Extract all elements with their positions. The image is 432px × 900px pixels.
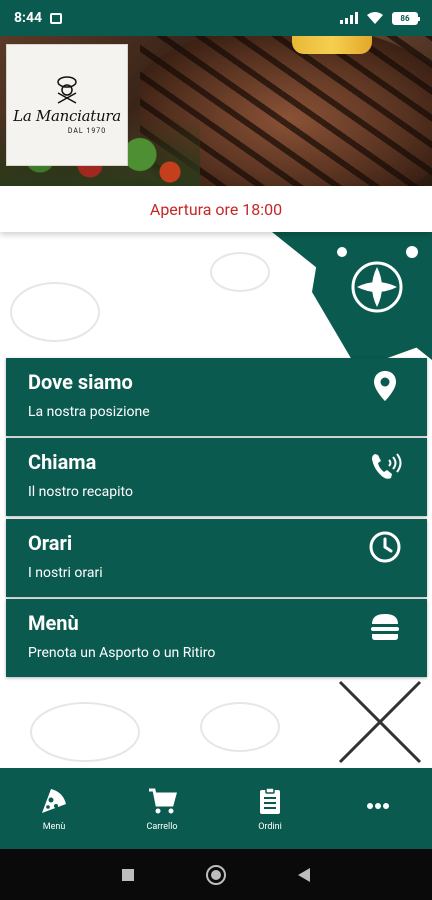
clipboard-icon	[260, 786, 280, 814]
more-icon	[367, 802, 389, 809]
card-title: Chiama	[28, 450, 97, 474]
nav-item-menu[interactable]: Menù	[0, 768, 108, 849]
recent-apps-icon[interactable]	[121, 868, 135, 882]
nav-item-more[interactable]	[324, 768, 432, 849]
card-chiama[interactable]: Chiama Il nostro recapito	[6, 438, 427, 516]
card-subtitle: Il nostro recapito	[28, 484, 133, 500]
system-navigation-bar	[0, 849, 432, 900]
card-title: Dove siamo	[28, 370, 133, 394]
decorative-tile-pattern	[272, 232, 432, 360]
notification-icon	[50, 12, 63, 24]
burger-icon	[371, 614, 399, 640]
opening-hours-banner: Apertura ore 18:00	[0, 186, 432, 232]
phone-ringing-icon	[372, 453, 402, 479]
back-icon[interactable]	[297, 867, 311, 883]
nav-label: Carrello	[146, 821, 178, 832]
nav-item-ordini[interactable]: Ordini	[216, 768, 324, 849]
opening-hours-text: Apertura ore 18:00	[149, 199, 283, 219]
signal-icon	[340, 12, 358, 24]
card-menu[interactable]: Menù Prenota un Asporto o un Ritiro	[6, 599, 427, 677]
card-subtitle: Prenota un Asporto o un Ritiro	[28, 645, 216, 661]
card-title: Orari	[28, 531, 73, 555]
card-subtitle: La nostra posizione	[28, 404, 150, 420]
logo-brand-text: La Manciatura	[13, 107, 121, 125]
nav-item-carrello[interactable]: Carrello	[108, 768, 216, 849]
battery-icon: 86	[392, 11, 420, 25]
bottom-navigation: Menù Carrello Ordini	[0, 768, 432, 849]
nav-label: Menù	[42, 821, 66, 832]
status-bar: 8:44 86	[0, 0, 432, 36]
clock-icon	[369, 531, 401, 563]
status-time: 8:44	[14, 10, 43, 26]
card-title: Menù	[28, 611, 79, 635]
restaurant-logo: La Manciatura DAL 1970	[6, 44, 128, 166]
card-orari[interactable]: Orari I nostri orari	[6, 519, 427, 597]
wifi-icon	[367, 12, 383, 24]
card-subtitle: I nostri orari	[28, 565, 103, 581]
cart-icon	[149, 788, 177, 813]
home-icon[interactable]	[205, 864, 227, 886]
chef-hat-icon	[57, 76, 77, 104]
nav-label: Ordini	[258, 821, 282, 832]
pizza-slice-icon	[42, 788, 66, 813]
location-pin-icon	[374, 371, 396, 401]
card-dove-siamo[interactable]: Dove siamo La nostra posizione	[6, 358, 427, 436]
fries-image	[292, 36, 372, 54]
status-icons: 86	[340, 11, 420, 25]
crossed-utensils-doodle	[338, 680, 422, 764]
logo-since-text: DAL 1970	[67, 127, 107, 135]
